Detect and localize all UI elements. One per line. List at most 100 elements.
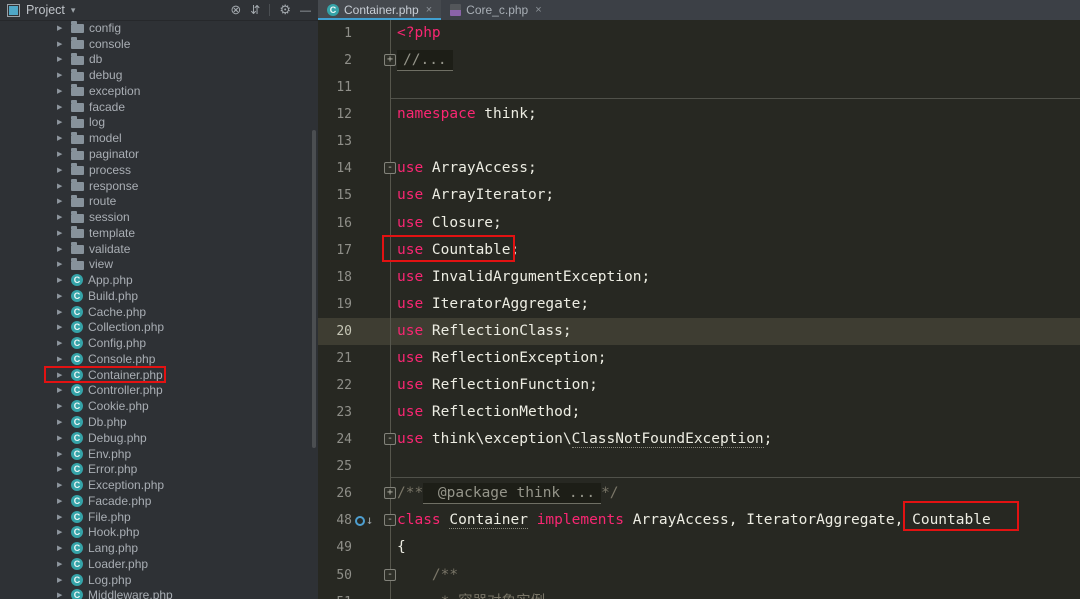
chevron-right-icon[interactable] bbox=[57, 418, 66, 426]
tree-item-folder[interactable]: validate bbox=[0, 241, 318, 257]
tree-item-folder[interactable]: session bbox=[0, 209, 318, 225]
tree-item-file[interactable]: Error.php bbox=[0, 461, 318, 477]
chevron-right-icon[interactable] bbox=[57, 386, 66, 394]
line-number[interactable]: 12 bbox=[318, 101, 352, 128]
chevron-right-icon[interactable] bbox=[57, 245, 66, 253]
chevron-right-icon[interactable] bbox=[57, 481, 66, 489]
tree-item-folder[interactable]: response bbox=[0, 178, 318, 194]
chevron-right-icon[interactable] bbox=[57, 40, 66, 48]
line-number[interactable]: 16 bbox=[318, 210, 352, 237]
tree-item-file[interactable]: Controller.php bbox=[0, 383, 318, 399]
chevron-right-icon[interactable] bbox=[57, 150, 66, 158]
tree-item-file[interactable]: Cache.php bbox=[0, 304, 318, 320]
tree-item-folder[interactable]: route bbox=[0, 193, 318, 209]
line-number[interactable]: 22 bbox=[318, 372, 352, 399]
implements-gutter-icon[interactable] bbox=[355, 515, 373, 526]
chevron-right-icon[interactable] bbox=[57, 528, 66, 536]
fold-toggle-icon[interactable] bbox=[384, 162, 396, 175]
line-number[interactable]: 26 bbox=[318, 480, 352, 507]
minimize-icon[interactable] bbox=[300, 1, 311, 19]
editor-line[interactable]: 49 { bbox=[318, 534, 1080, 561]
chevron-right-icon[interactable] bbox=[57, 134, 66, 142]
tree-item-file[interactable]: Hook.php bbox=[0, 525, 318, 541]
line-number[interactable]: 11 bbox=[318, 74, 352, 101]
editor-line[interactable]: 22 use ReflectionFunction; bbox=[318, 372, 1080, 399]
editor-line[interactable]: 18 use InvalidArgumentException; bbox=[318, 264, 1080, 291]
editor-line[interactable]: 24 use think\exception\ClassNotFoundExce… bbox=[318, 426, 1080, 453]
tree-item-folder[interactable]: config bbox=[0, 20, 318, 36]
tree-item-file[interactable]: Log.php bbox=[0, 572, 318, 588]
chevron-right-icon[interactable] bbox=[57, 24, 66, 32]
tree-item-file[interactable]: Config.php bbox=[0, 335, 318, 351]
chevron-right-icon[interactable] bbox=[57, 434, 66, 442]
line-number[interactable]: 49 bbox=[318, 534, 352, 561]
line-number[interactable]: 23 bbox=[318, 399, 352, 426]
line-number[interactable]: 2 bbox=[318, 47, 352, 74]
chevron-right-icon[interactable] bbox=[57, 260, 66, 268]
tree-item-folder[interactable]: model bbox=[0, 130, 318, 146]
collapse-all-icon[interactable] bbox=[250, 1, 260, 19]
chevron-right-icon[interactable] bbox=[57, 229, 66, 237]
line-number[interactable]: 51 bbox=[318, 589, 352, 599]
editor-line[interactable]: 21 use ReflectionException; bbox=[318, 345, 1080, 372]
tab-core-c-php[interactable]: Core_c.php bbox=[441, 0, 550, 20]
tree-item-folder[interactable]: exception bbox=[0, 83, 318, 99]
editor-line[interactable]: 2 //... bbox=[318, 47, 1080, 74]
tree-item-file[interactable]: Cookie.php bbox=[0, 398, 318, 414]
chevron-right-icon[interactable] bbox=[57, 182, 66, 190]
tree-item-file[interactable]: Env.php bbox=[0, 446, 318, 462]
fold-toggle-icon[interactable] bbox=[384, 433, 396, 446]
chevron-right-icon[interactable] bbox=[57, 497, 66, 505]
close-icon[interactable] bbox=[535, 4, 541, 16]
chevron-right-icon[interactable] bbox=[57, 450, 66, 458]
chevron-right-icon[interactable] bbox=[57, 591, 66, 599]
line-number[interactable]: 1 bbox=[318, 20, 352, 47]
chevron-right-icon[interactable] bbox=[57, 323, 66, 331]
line-number[interactable]: 21 bbox=[318, 345, 352, 372]
line-number[interactable]: 15 bbox=[318, 182, 352, 209]
editor-line[interactable]: 20 use ReflectionClass; bbox=[318, 317, 1080, 345]
chevron-right-icon[interactable] bbox=[57, 339, 66, 347]
chevron-right-icon[interactable] bbox=[57, 465, 66, 473]
editor-line[interactable]: 19 use IteratorAggregate; bbox=[318, 291, 1080, 318]
line-number[interactable]: 50 bbox=[318, 562, 352, 589]
chevron-right-icon[interactable] bbox=[57, 355, 66, 363]
line-number[interactable]: 19 bbox=[318, 291, 352, 318]
tree-item-file[interactable]: Loader.php bbox=[0, 556, 318, 572]
editor-line[interactable]: 50 /** bbox=[318, 562, 1080, 589]
tree-item-folder[interactable]: process bbox=[0, 162, 318, 178]
line-number[interactable]: 24 bbox=[318, 426, 352, 453]
tree-item-file[interactable]: File.php bbox=[0, 509, 318, 525]
gear-icon[interactable] bbox=[279, 1, 291, 19]
tree-item-file[interactable]: Collection.php bbox=[0, 320, 318, 336]
editor[interactable]: 1 <?php 2 //... 11 12 n bbox=[318, 20, 1080, 599]
fold-toggle-icon[interactable] bbox=[384, 54, 396, 67]
tree-item-file[interactable]: Exception.php bbox=[0, 477, 318, 493]
tree-item-file[interactable]: Debug.php bbox=[0, 430, 318, 446]
editor-line[interactable]: 23 use ReflectionMethod; bbox=[318, 399, 1080, 426]
chevron-right-icon[interactable] bbox=[57, 276, 66, 284]
chevron-right-icon[interactable] bbox=[57, 55, 66, 63]
tree-item-folder[interactable]: log bbox=[0, 115, 318, 131]
chevron-right-icon[interactable] bbox=[57, 118, 66, 126]
tree-item-file[interactable]: Console.php bbox=[0, 351, 318, 367]
tree-item-folder[interactable]: facade bbox=[0, 99, 318, 115]
chevron-right-icon[interactable] bbox=[57, 213, 66, 221]
fold-toggle-icon[interactable] bbox=[384, 487, 396, 500]
tree-item-file[interactable]: Facade.php bbox=[0, 493, 318, 509]
dropdown-caret-icon[interactable] bbox=[71, 5, 76, 16]
chevron-right-icon[interactable] bbox=[57, 560, 66, 568]
tree-item-folder[interactable]: debug bbox=[0, 67, 318, 83]
line-number[interactable]: 25 bbox=[318, 453, 352, 480]
tree-item-file[interactable]: Db.php bbox=[0, 414, 318, 430]
tree-item-file[interactable]: Lang.php bbox=[0, 540, 318, 556]
locate-icon[interactable] bbox=[230, 1, 241, 19]
chevron-right-icon[interactable] bbox=[57, 197, 66, 205]
line-number[interactable]: 48 bbox=[318, 507, 352, 534]
chevron-right-icon[interactable] bbox=[57, 308, 66, 316]
editor-line[interactable]: 1 <?php bbox=[318, 20, 1080, 47]
editor-line[interactable]: 14 use ArrayAccess; bbox=[318, 155, 1080, 182]
chevron-right-icon[interactable] bbox=[57, 576, 66, 584]
tree-item-file[interactable]: Middleware.php bbox=[0, 588, 318, 599]
tree-item-folder[interactable]: console bbox=[0, 36, 318, 52]
